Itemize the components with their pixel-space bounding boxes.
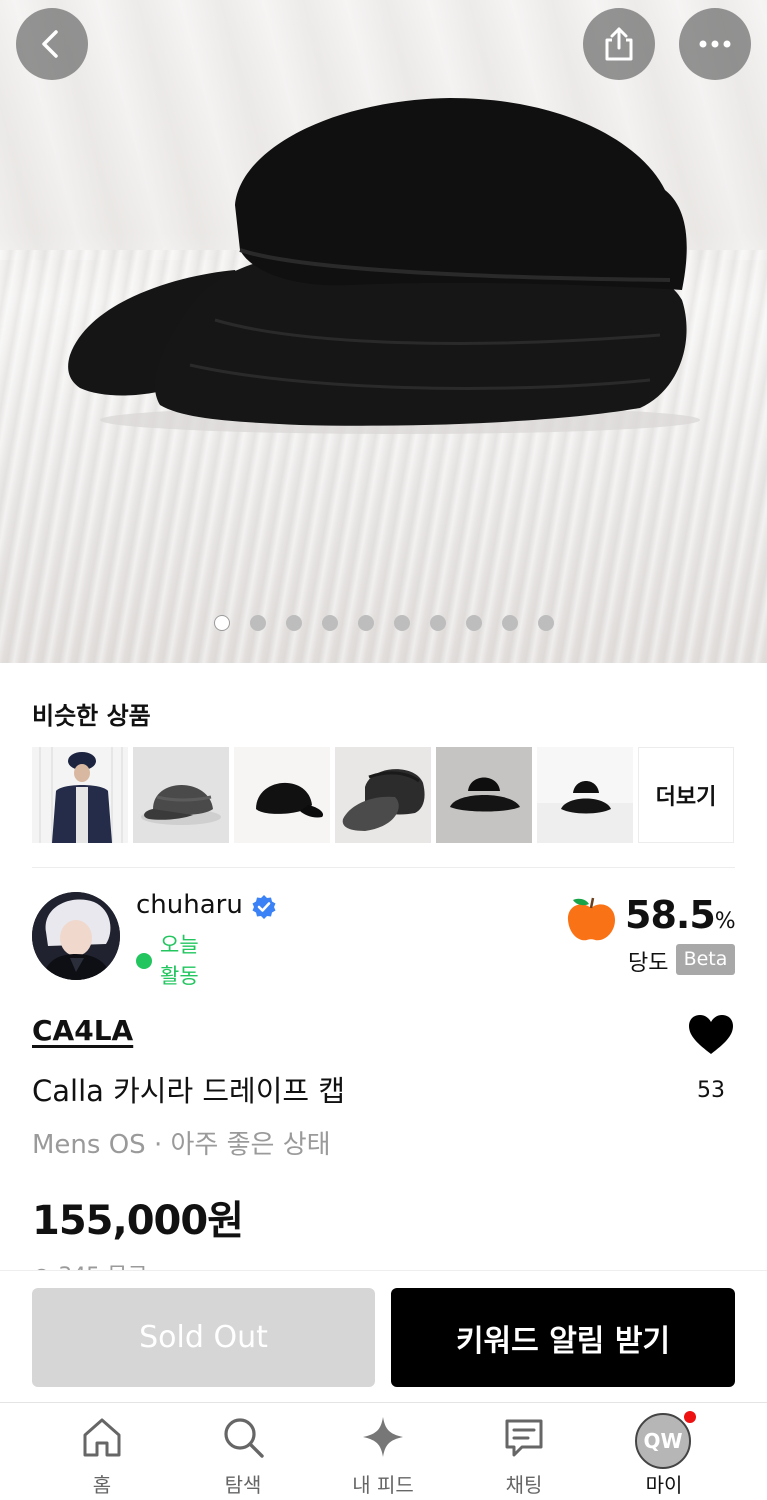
pagination-dot[interactable] — [393, 615, 410, 631]
product-price: 155,000원 — [32, 1198, 244, 1244]
back-button[interactable] — [16, 8, 88, 80]
action-bar: Sold Out 키워드 알림 받기 — [0, 1270, 767, 1402]
tab-my-feed[interactable]: 내 피드 — [333, 1403, 433, 1500]
section-divider — [32, 867, 735, 868]
search-icon — [224, 1418, 264, 1458]
tab-search[interactable]: 탐색 — [193, 1403, 293, 1500]
apple-icon — [567, 897, 615, 941]
tab-chat[interactable]: 채팅 — [474, 1403, 574, 1500]
pagination-dot[interactable] — [537, 615, 554, 631]
notification-dot — [684, 1411, 696, 1423]
more-options-button[interactable] — [679, 8, 751, 80]
product-condition: Mens OS · 아주 좋은 상태 — [32, 1130, 331, 1160]
home-icon — [83, 1418, 121, 1457]
profile-icon: QW — [635, 1413, 691, 1469]
share-button[interactable] — [583, 8, 655, 80]
gallery-pagination — [0, 615, 767, 631]
pagination-dot[interactable] — [321, 615, 338, 631]
keyword-alert-button[interactable]: 키워드 알림 받기 — [391, 1288, 735, 1387]
tab-label: 홈 — [92, 1473, 112, 1497]
brand-link[interactable]: CA4LA — [32, 1014, 133, 1047]
product-views: ◎ 345 무료 — [32, 1258, 148, 1270]
product-name: Calla 카시라 드레이프 캡 — [32, 1074, 346, 1108]
tab-label: 마이 — [645, 1473, 683, 1497]
share-icon — [605, 27, 633, 61]
similar-product-thumb[interactable] — [335, 747, 431, 843]
sweetness-score: 58.5% — [625, 893, 736, 937]
pagination-dot[interactable] — [501, 615, 518, 631]
similar-products-list: 더보기 — [32, 747, 734, 843]
pagination-dot[interactable] — [213, 615, 230, 631]
tab-label: 탐색 — [224, 1473, 262, 1497]
pagination-dot[interactable] — [285, 615, 302, 631]
pagination-dot[interactable] — [357, 615, 374, 631]
seller-name[interactable]: chuharu — [136, 890, 243, 920]
sparkle-icon — [363, 1417, 403, 1457]
similar-product-thumb[interactable] — [234, 747, 330, 843]
more-dots-icon — [699, 40, 731, 48]
pagination-dot[interactable] — [429, 615, 446, 631]
chat-icon — [505, 1419, 543, 1457]
verified-badge-icon — [252, 895, 276, 919]
online-status-dot — [136, 953, 152, 969]
tab-label: 내 피드 — [352, 1473, 414, 1497]
tab-my[interactable]: QW 마이 — [614, 1403, 714, 1500]
product-photo-hat — [68, 98, 700, 434]
similar-product-thumb[interactable] — [133, 747, 229, 843]
similar-more-button[interactable]: 더보기 — [638, 747, 734, 843]
product-image-gallery[interactable] — [0, 0, 767, 663]
similar-product-thumb[interactable] — [32, 747, 128, 843]
bottom-tab-bar: 홈 탐색 내 피드 채팅 QW 마이 — [0, 1402, 767, 1500]
sold-out-button[interactable]: Sold Out — [32, 1288, 375, 1387]
similar-product-thumb[interactable] — [436, 747, 532, 843]
chevron-left-icon — [42, 30, 58, 58]
similar-product-thumb[interactable] — [537, 747, 633, 843]
seller-avatar[interactable] — [32, 892, 120, 980]
seller-activity-status: 오늘 활동 — [160, 933, 199, 988]
sweetness-label: 당도 — [628, 951, 669, 976]
tab-home[interactable]: 홈 — [52, 1403, 152, 1500]
like-heart-icon[interactable] — [688, 1014, 734, 1056]
like-count: 53 — [697, 1078, 725, 1103]
pagination-dot[interactable] — [465, 615, 482, 631]
similar-products-title: 비슷한 상품 — [32, 702, 151, 730]
beta-badge: Beta — [676, 944, 735, 975]
tab-label: 채팅 — [505, 1473, 543, 1497]
pagination-dot[interactable] — [249, 615, 266, 631]
